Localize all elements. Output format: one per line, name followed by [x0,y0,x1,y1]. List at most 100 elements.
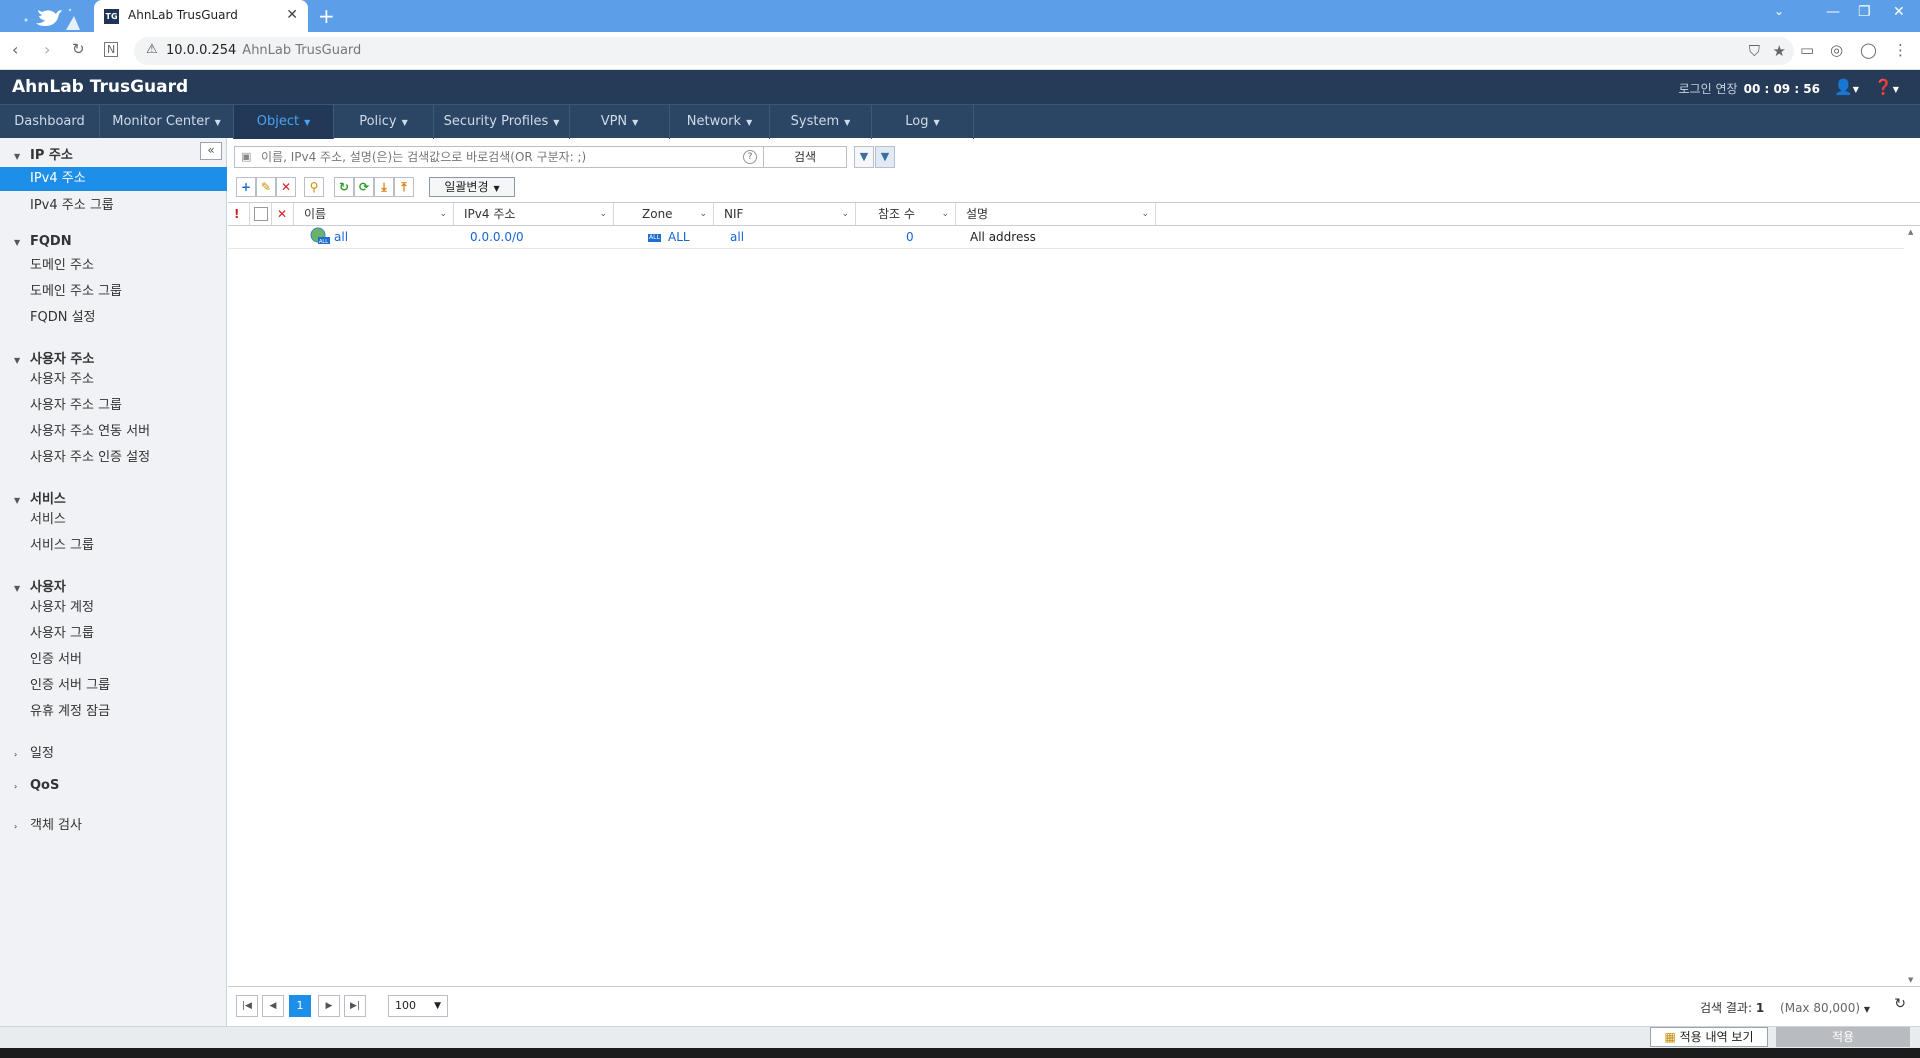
menu-security-profiles[interactable]: Security Profiles ▼ [434,105,570,139]
sidebar-item-ipv4-address-group[interactable]: IPv4 주소 그룹 [0,194,227,218]
sidebar-item-auth-server[interactable]: 인증 서버 [0,648,227,672]
column-nif[interactable]: NIF ⌄ [714,203,856,225]
chevron-down-icon[interactable]: ⌄ [439,203,447,225]
sidebar-group-object-check[interactable]: › 객체 검사 [14,814,82,833]
menu-dashboard[interactable]: Dashboard [0,105,100,139]
chevron-down-icon[interactable]: ⌄ [599,203,607,225]
forward-icon[interactable]: › [44,40,50,59]
collapse-sidebar-icon[interactable]: « [200,142,222,160]
browser-menu-icon[interactable]: ⋮ [1893,41,1908,59]
sidebar-item-service-group[interactable]: 서비스 그룹 [0,534,227,558]
cast-icon[interactable]: ▭ [1800,41,1814,59]
sidebar-group-qos[interactable]: › QoS [14,778,59,793]
browser-tab[interactable]: TG AhnLab TrusGuard ✕ [94,0,308,32]
sidebar-item-user-address-server[interactable]: 사용자 주소 연동 서버 [0,420,227,444]
find-refresh-icon[interactable]: ⟳ [354,177,374,197]
shield-icon[interactable]: ⛉ [1749,42,1760,60]
column-zone[interactable]: Zone ⌄ [614,203,714,225]
next-page-icon[interactable]: ▶ [318,995,340,1017]
chevron-down-icon[interactable]: ⌄ [699,203,707,225]
menu-system[interactable]: System ▼ [770,105,872,139]
tab-list-chevron-icon[interactable]: ⌄ [1774,4,1784,18]
chevron-down-icon[interactable]: ⌄ [941,203,949,225]
sidebar-item-user-address-auth[interactable]: 사용자 주소 인증 설정 [0,446,227,470]
n-extension-icon[interactable]: N [104,42,119,57]
row-refs[interactable]: 0 [906,226,914,248]
delete-icon[interactable]: ✕ [276,177,296,197]
user-icon[interactable]: 👤▼ [1834,78,1859,96]
search-detail-icon[interactable]: ⚲ [304,177,324,197]
sidebar-item-user-account[interactable]: 사용자 계정 [0,596,227,620]
advanced-filter-icon[interactable]: ▼ [875,146,895,168]
sidebar-group-fqdn[interactable]: ▼ FQDN [14,234,72,249]
sidebar-item-idle-account-lock[interactable]: 유휴 계정 잠금 [0,700,227,724]
close-tab-icon[interactable]: ✕ [286,7,298,23]
table-row[interactable]: ALL all 0.0.0.0/0 ALL ALL all 0 All addr… [228,226,1904,249]
scroll-up-icon[interactable]: ▲ [1908,228,1913,236]
menu-monitor-center[interactable]: Monitor Center ▼ [100,105,234,139]
scroll-down-icon[interactable]: ▼ [1908,976,1913,984]
sidebar-item-user-address-group[interactable]: 사용자 주소 그룹 [0,394,227,418]
apply-button[interactable]: 적용 [1776,1027,1910,1047]
menu-object[interactable]: Object ▼ [234,105,334,139]
back-icon[interactable]: ‹ [12,40,18,59]
row-name-link[interactable]: all [334,226,348,248]
minimize-icon[interactable]: — [1826,4,1840,20]
chevron-down-icon[interactable]: ⌄ [841,203,849,225]
row-nif[interactable]: all [730,226,744,248]
not-secure-warning-icon[interactable]: ⚠ [146,42,158,57]
last-page-icon[interactable]: ▶| [344,995,366,1017]
menu-vpn[interactable]: VPN ▼ [570,105,670,139]
close-window-icon[interactable]: ✕ [1893,4,1905,20]
profile-icon[interactable]: ◯ [1860,41,1877,59]
menu-network[interactable]: Network ▼ [670,105,770,139]
column-desc[interactable]: 설명 ⌄ [956,203,1156,225]
sidebar-item-domain-address-group[interactable]: 도메인 주소 그룹 [0,280,227,304]
row-ipv4-link[interactable]: 0.0.0.0/0 [470,226,524,248]
column-ipv4[interactable]: IPv4 주소 ⌄ [454,203,614,225]
first-page-icon[interactable]: |◀ [236,995,258,1017]
sidebar-group-ip-address[interactable]: ▼ IP 주소 [14,144,73,163]
reload-icon[interactable]: ↻ [72,40,85,58]
max-label[interactable]: (Max 80,000) [1780,1001,1860,1015]
search-help-icon[interactable]: ? [743,150,757,164]
prev-page-icon[interactable]: ◀ [262,995,284,1017]
row-zone[interactable]: ALL [668,226,690,248]
search-button[interactable]: 검색 [763,146,847,168]
filter-icon[interactable]: ▼ [854,146,874,168]
refresh-icon[interactable]: ↻ [334,177,354,197]
sidebar-item-user-group[interactable]: 사용자 그룹 [0,622,227,646]
refresh-results-icon[interactable]: ↻ [1894,996,1906,1012]
menu-log[interactable]: Log ▼ [872,105,974,139]
edit-pencil-icon[interactable]: ✎ [256,177,276,197]
per-page-select[interactable]: 100 ▼ [388,995,448,1017]
add-icon[interactable]: + [236,177,256,197]
bookmark-star-icon[interactable]: ★ [1773,42,1786,60]
sidebar-item-service[interactable]: 서비스 [0,508,227,532]
sidebar-item-ipv4-address[interactable]: IPv4 주소 [0,167,227,191]
apply-history-button[interactable]: ▦ 적용 내역 보기 [1650,1027,1768,1047]
sidebar-group-user-address[interactable]: ▼ 사용자 주소 [14,348,94,367]
upload-icon[interactable]: ⤒ [394,177,414,197]
sidebar-group-schedule[interactable]: › 일정 [14,742,54,761]
sidebar-item-fqdn-settings[interactable]: FQDN 설정 [0,306,227,330]
vertical-scrollbar[interactable]: ▲ ▼ [1904,226,1920,986]
help-icon[interactable]: ❓▼ [1874,78,1899,96]
screenshot-icon[interactable]: ◎ [1830,41,1843,59]
session-extend[interactable]: 로그인 연장 00 : 09 : 56 [1679,80,1820,97]
restore-icon[interactable]: ❐ [1858,4,1871,20]
session-extend-label[interactable]: 로그인 연장 [1679,82,1738,96]
download-icon[interactable]: ⤓ [374,177,394,197]
chevron-down-icon[interactable]: ⌄ [1141,203,1149,225]
new-tab-icon[interactable]: + [318,4,335,28]
column-name[interactable]: 이름 ⌄ [294,203,454,225]
sidebar-item-domain-address[interactable]: 도메인 주소 [0,254,227,278]
address-bar[interactable]: ⚠ 10.0.0.254 AhnLab TrusGuard ⛉ ★ [134,37,1794,65]
search-input[interactable] [259,149,729,165]
caret-down-icon[interactable]: ▼ [1864,1005,1870,1014]
sidebar-item-user-address[interactable]: 사용자 주소 [0,368,227,392]
page-number[interactable]: 1 [289,995,311,1017]
bulk-change-button[interactable]: 일괄변경 ▼ [429,177,515,197]
search-field[interactable]: ▣ ? [234,146,764,168]
sidebar-item-auth-server-group[interactable]: 인증 서버 그룹 [0,674,227,698]
